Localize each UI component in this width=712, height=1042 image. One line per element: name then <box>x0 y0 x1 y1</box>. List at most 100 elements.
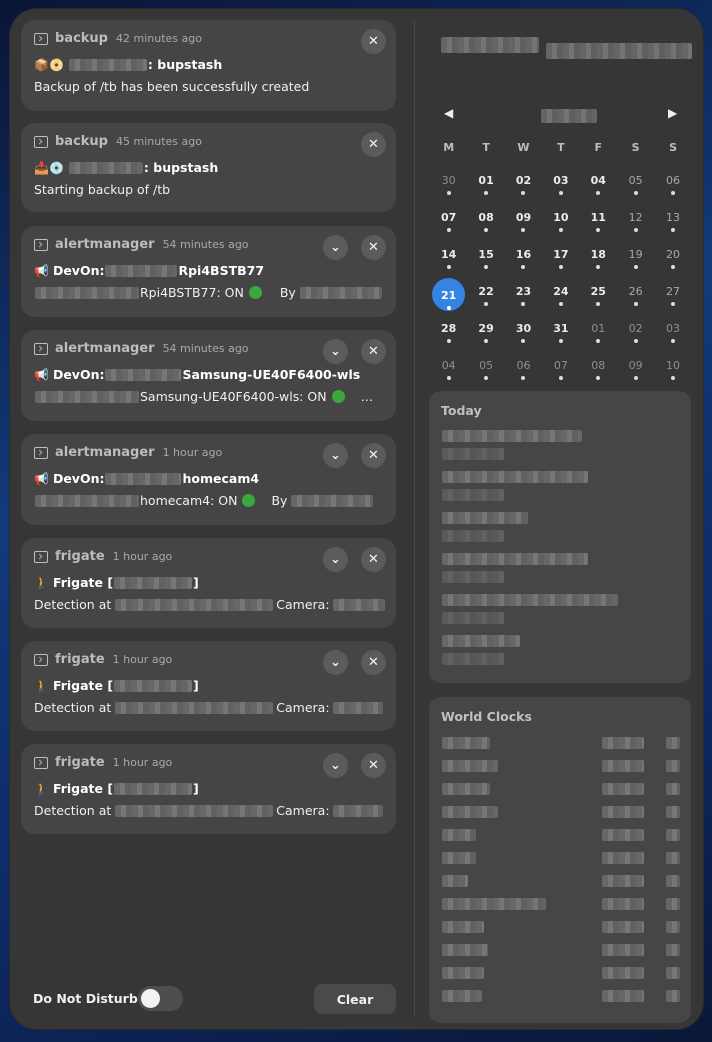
expand-button[interactable]: ⌄ <box>323 753 348 778</box>
calendar-day[interactable]: 09 <box>505 204 542 241</box>
calendar-day[interactable]: 10 <box>654 352 691 389</box>
close-button[interactable]: ✕ <box>361 547 386 572</box>
calendar-day[interactable]: 01 <box>580 315 617 352</box>
notification-card[interactable]: backup 42 minutes ago ✕ 📦📀 : bupstash Ba… <box>21 20 396 111</box>
notification-summary: ] <box>193 575 199 590</box>
calendar-day[interactable]: 13 <box>654 204 691 241</box>
day-number: 08 <box>591 359 606 372</box>
chevron-down-icon: ⌄ <box>330 758 341 773</box>
calendar-day[interactable]: 17 <box>542 241 579 278</box>
toggle-knob[interactable] <box>141 989 160 1008</box>
notification-card[interactable]: alertmanager 1 hour ago ⌄ ✕ 📢 DevOn: hom… <box>21 434 396 525</box>
redacted-text <box>105 264 178 277</box>
calendar-day[interactable]: 28 <box>430 315 467 352</box>
notification-card[interactable]: frigate 1 hour ago ⌄ ✕ 🚶 Frigate [ ] Det… <box>21 538 396 628</box>
notification-card[interactable]: backup 45 minutes ago ✕ 📥💿 : bupstash St… <box>21 123 396 212</box>
calendar-day[interactable]: 23 <box>505 278 542 315</box>
calendar-day[interactable]: 12 <box>617 204 654 241</box>
calendar-day-today[interactable]: 21 <box>430 278 467 315</box>
day-number: 21 <box>441 289 457 302</box>
calendar-day[interactable]: 04 <box>430 352 467 389</box>
notification-card[interactable]: frigate 1 hour ago ⌄ ✕ 🚶 Frigate [ ] Det… <box>21 744 396 834</box>
notification-card[interactable]: frigate 1 hour ago ⌄ ✕ 🚶 Frigate [ ] Det… <box>21 641 396 731</box>
terminal-icon <box>34 550 48 563</box>
calendar-day[interactable]: 02 <box>505 167 542 204</box>
calendar-day[interactable]: 27 <box>654 278 691 315</box>
close-button[interactable]: ✕ <box>361 443 386 468</box>
calendar-day[interactable]: 19 <box>617 241 654 278</box>
redacted-city <box>442 944 488 956</box>
close-button[interactable]: ✕ <box>361 753 386 778</box>
event-dot <box>558 191 563 195</box>
calendar-day[interactable]: 22 <box>467 278 504 315</box>
close-button[interactable]: ✕ <box>361 339 386 364</box>
close-button[interactable]: ✕ <box>361 650 386 675</box>
calendar-day[interactable]: 05 <box>617 167 654 204</box>
date-header[interactable] <box>440 37 693 63</box>
calendar-day[interactable]: 08 <box>467 204 504 241</box>
calendar-day[interactable]: 29 <box>467 315 504 352</box>
calendar-day[interactable]: 30 <box>430 167 467 204</box>
calendar-day[interactable]: 06 <box>654 167 691 204</box>
expand-button[interactable]: ⌄ <box>323 443 348 468</box>
calendar-day[interactable]: 16 <box>505 241 542 278</box>
expand-button[interactable]: ⌄ <box>323 547 348 572</box>
calendar-day[interactable]: 26 <box>617 278 654 315</box>
clear-button[interactable]: Clear <box>314 984 396 1014</box>
calendar-day[interactable]: 03 <box>542 167 579 204</box>
redacted-month-label[interactable] <box>541 109 597 123</box>
expand-button[interactable]: ⌄ <box>323 339 348 364</box>
previous-month-button[interactable]: ◀ <box>444 106 453 120</box>
day-number: 06 <box>666 174 681 187</box>
notification-card[interactable]: alertmanager 54 minutes ago ⌄ ✕ 📢 DevOn:… <box>21 226 396 317</box>
green-circle-icon <box>248 286 262 299</box>
calendar-day[interactable]: 06 <box>505 352 542 389</box>
megaphone-icon: 📢 <box>34 367 49 382</box>
calendar-day[interactable]: 15 <box>467 241 504 278</box>
calendar-day[interactable]: 20 <box>654 241 691 278</box>
body-tail: By <box>279 285 296 300</box>
event-dot <box>671 228 676 232</box>
calendar-day[interactable]: 08 <box>580 352 617 389</box>
event-dot <box>671 376 676 380</box>
calendar-day[interactable]: 14 <box>430 241 467 278</box>
calendar-day[interactable]: 03 <box>654 315 691 352</box>
world-clock-row <box>441 921 680 933</box>
next-month-button[interactable]: ▶ <box>668 106 677 120</box>
calendar-day[interactable]: 07 <box>542 352 579 389</box>
day-number: 10 <box>666 359 681 372</box>
calendar-day[interactable]: 10 <box>542 204 579 241</box>
expand-button[interactable]: ⌄ <box>323 235 348 260</box>
notification-card[interactable]: alertmanager 54 minutes ago ⌄ ✕ 📢 DevOn:… <box>21 330 396 421</box>
timestamp: 42 minutes ago <box>116 32 202 45</box>
calendar-day[interactable]: 04 <box>580 167 617 204</box>
calendar-day[interactable]: 07 <box>430 204 467 241</box>
calendar-day[interactable]: 01 <box>467 167 504 204</box>
calendar-day[interactable]: 02 <box>617 315 654 352</box>
calendar-day[interactable]: 31 <box>542 315 579 352</box>
close-button[interactable]: ✕ <box>361 29 386 54</box>
day-number: 05 <box>479 359 494 372</box>
today-events-card[interactable]: Today <box>429 391 691 683</box>
app-name: frigate <box>55 549 105 564</box>
emoji-icon: 📦📀 <box>34 57 64 72</box>
calendar-day[interactable]: 05 <box>467 352 504 389</box>
redacted-text <box>68 58 147 71</box>
calendar-day[interactable]: 25 <box>580 278 617 315</box>
expand-button[interactable]: ⌄ <box>323 650 348 675</box>
notification-body: Backup of /tb has been successfully crea… <box>34 79 310 94</box>
calendar-day[interactable]: 24 <box>542 278 579 315</box>
redacted-weekday <box>441 37 539 53</box>
day-number: 08 <box>478 211 494 224</box>
calendar-day[interactable]: 30 <box>505 315 542 352</box>
calendar-day[interactable]: 18 <box>580 241 617 278</box>
world-clocks-card[interactable]: World Clocks <box>429 697 691 1023</box>
redacted-text <box>115 701 274 714</box>
calendar-day[interactable]: 09 <box>617 352 654 389</box>
calendar-day[interactable]: 11 <box>580 204 617 241</box>
do-not-disturb-toggle[interactable] <box>138 986 183 1011</box>
terminal-icon <box>34 342 48 355</box>
close-button[interactable]: ✕ <box>361 132 386 157</box>
close-button[interactable]: ✕ <box>361 235 386 260</box>
world-clock-row <box>441 944 680 956</box>
